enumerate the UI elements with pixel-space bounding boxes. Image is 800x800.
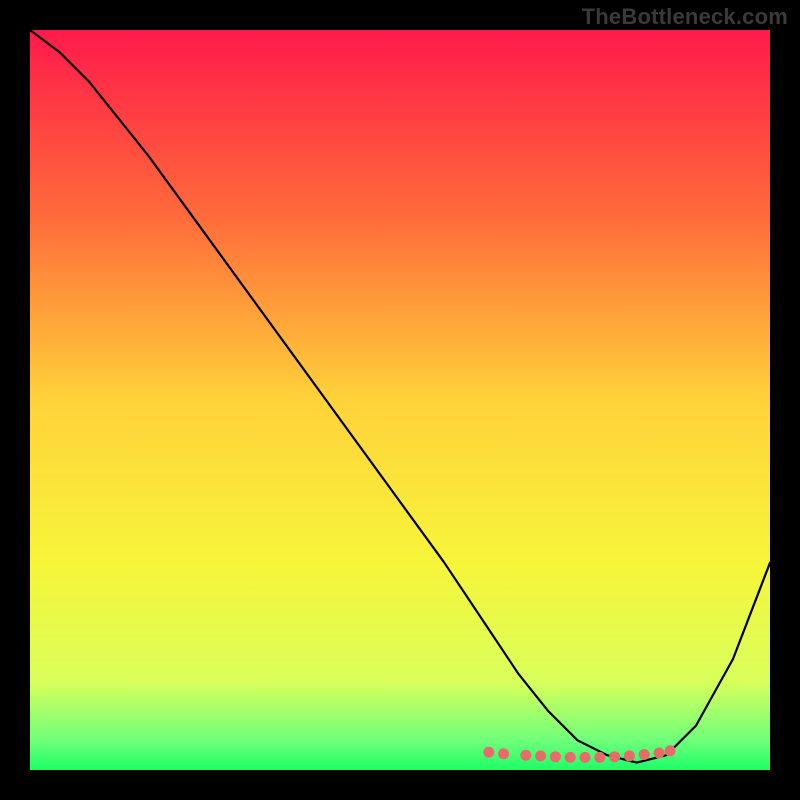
marker-dot xyxy=(535,750,546,761)
marker-dot xyxy=(550,751,561,762)
marker-dot xyxy=(580,752,591,763)
marker-dot xyxy=(565,752,576,763)
marker-dot xyxy=(483,747,494,758)
marker-dot xyxy=(654,748,665,759)
marker-dot xyxy=(624,750,635,761)
marker-dot xyxy=(498,748,509,759)
gradient-background xyxy=(30,30,770,770)
marker-dot xyxy=(639,749,650,760)
chart-frame: TheBottleneck.com xyxy=(0,0,800,800)
marker-dot xyxy=(665,745,676,756)
watermark-text: TheBottleneck.com xyxy=(582,4,788,30)
marker-dot xyxy=(594,752,605,763)
marker-dot xyxy=(609,751,620,762)
marker-dot xyxy=(520,750,531,761)
heatmap-plot xyxy=(30,30,770,770)
plot-svg xyxy=(30,30,770,770)
